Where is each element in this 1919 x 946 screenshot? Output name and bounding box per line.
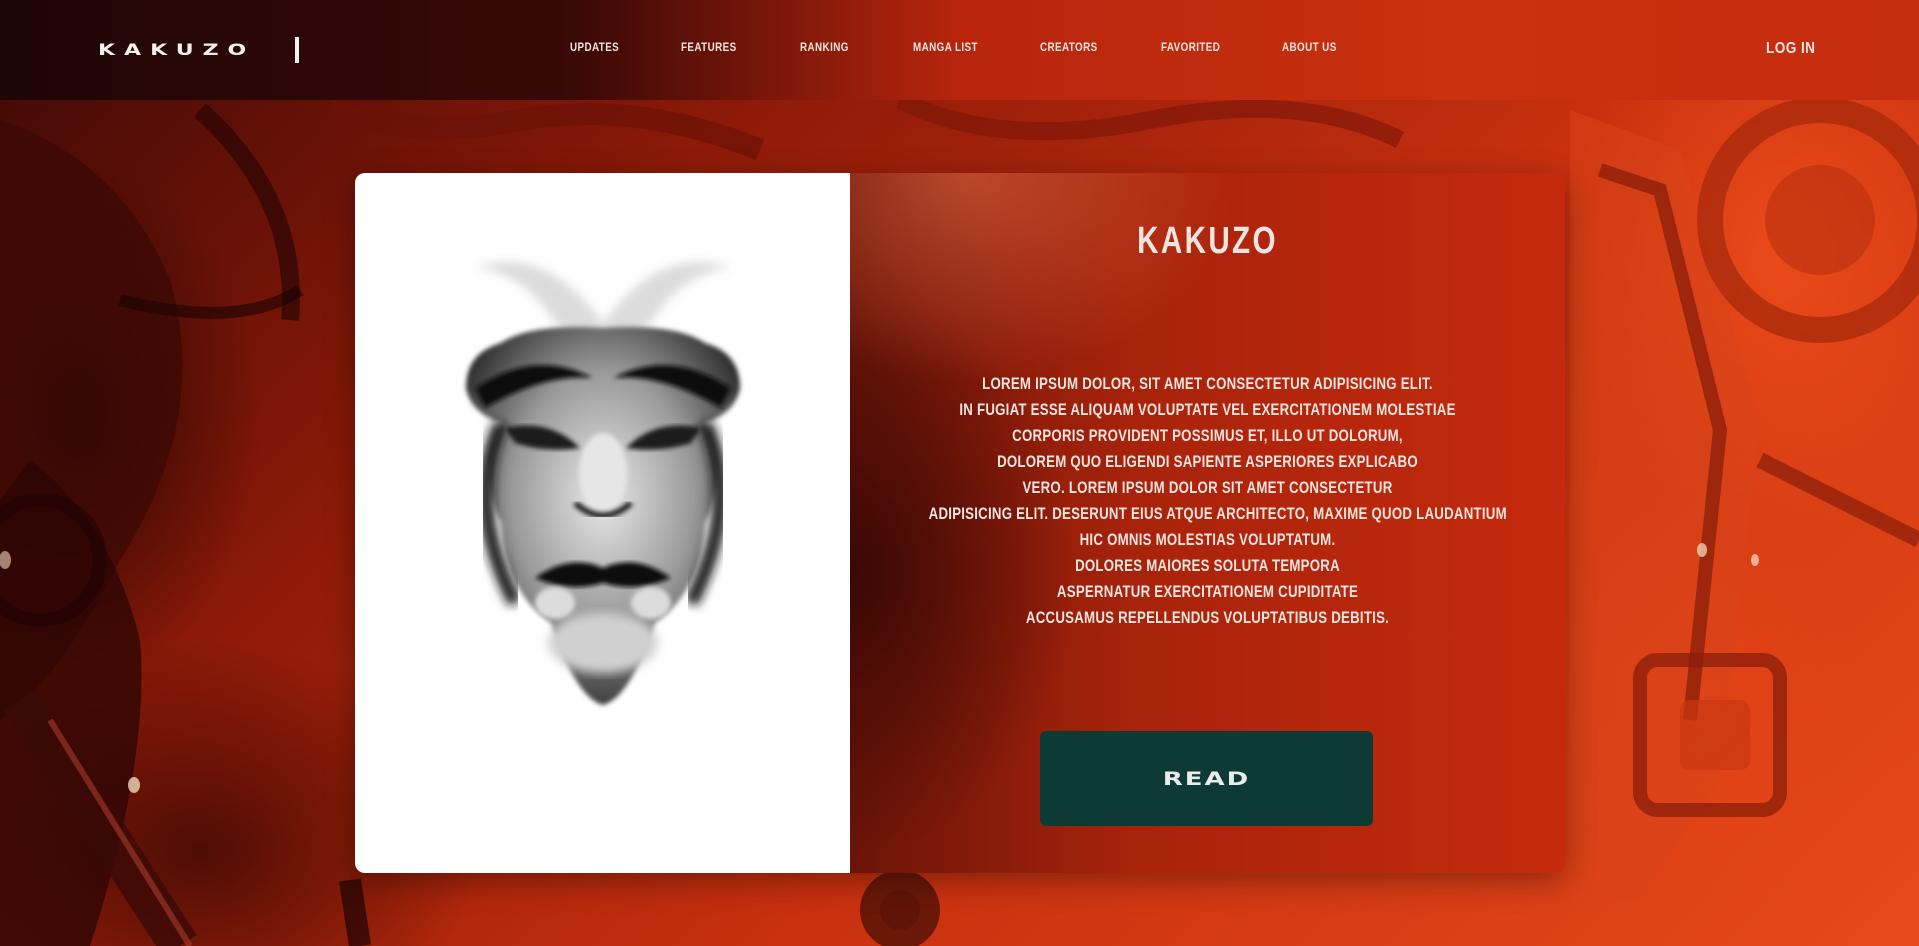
- read-button-label: READ: [1162, 767, 1251, 790]
- login-link[interactable]: LOG IN: [1766, 40, 1815, 58]
- description-line: ADIPISICING ELIT. DESERUNT EIUS ATQUE AR…: [928, 504, 1507, 523]
- nav-item-manga-list[interactable]: MANGA LIST: [913, 40, 978, 54]
- description-line: ASPERNATUR EXERCITATIONEM CUPIDITATE: [1056, 582, 1359, 601]
- manga-title: KAKUZO: [1137, 220, 1278, 262]
- site-logo[interactable]: KAKUZO: [98, 40, 255, 60]
- description-line: DOLOREM QUO ELIGENDI SAPIENTE ASPERIORES…: [997, 452, 1418, 471]
- description-line: CORPORIS PROVIDENT POSSIMUS ET, ILLO UT …: [1012, 426, 1403, 445]
- nav-item-creators[interactable]: CREATORS: [1040, 40, 1098, 54]
- description-line: ACCUSAMUS REPELLENDUS VOLUPTATIBUS DEBIT…: [1025, 608, 1390, 627]
- manga-info-panel: KAKUZO LOREM IPSUM DOLOR, SIT AMET CONSE…: [850, 173, 1565, 873]
- manga-card: KAKUZO LOREM IPSUM DOLOR, SIT AMET CONSE…: [355, 173, 1565, 873]
- nav-item-about-us[interactable]: ABOUT US: [1282, 40, 1337, 54]
- manga-cover: [355, 173, 850, 873]
- nav-item-updates[interactable]: UPDATES: [570, 40, 619, 54]
- description-line: IN FUGIAT ESSE ALIQUAM VOLUPTATE VEL EXE…: [959, 400, 1456, 419]
- description-line: LOREM IPSUM DOLOR, SIT AMET CONSECTETUR …: [982, 374, 1433, 393]
- description-line: VERO. LOREM IPSUM DOLOR SIT AMET CONSECT…: [1022, 478, 1393, 497]
- main-nav: UPDATES FEATURES RANKING MANGA LIST CREA…: [570, 40, 1349, 54]
- manga-description: LOREM IPSUM DOLOR, SIT AMET CONSECTETUR …: [850, 371, 1565, 631]
- mask-illustration: [466, 262, 740, 705]
- read-button[interactable]: READ: [1040, 731, 1373, 826]
- description-line: HIC OMNIS MOLESTIAS VOLUPTATUM.: [1079, 530, 1336, 549]
- nav-item-features[interactable]: FEATURES: [681, 40, 737, 54]
- nav-item-favorited[interactable]: FAVORITED: [1161, 40, 1220, 54]
- description-line: DOLORES MAIORES SOLUTA TEMPORA: [1075, 556, 1340, 575]
- logo-cursor-bar: [295, 37, 299, 63]
- nav-item-ranking[interactable]: RANKING: [800, 40, 849, 54]
- site-header: KAKUZO UPDATES FEATURES RANKING MANGA LI…: [0, 0, 1919, 100]
